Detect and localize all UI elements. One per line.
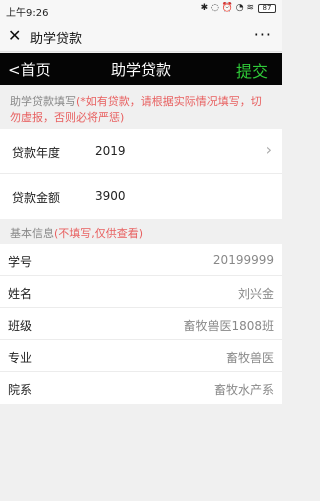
- loan-section-title: 助学贷款填写: [10, 95, 76, 108]
- submit-button[interactable]: 提交: [236, 58, 268, 82]
- info-value: 畜牧水产系: [213, 383, 274, 397]
- info-label: 院系: [8, 383, 33, 397]
- info-label: 专业: [8, 351, 33, 365]
- basic-section-title: 基本信息: [10, 227, 54, 240]
- chevron-right-icon: ›: [265, 140, 272, 159]
- basic-section-note: (不填写,仅供查看): [54, 227, 144, 240]
- loan-amount-input[interactable]: 3900: [95, 189, 126, 203]
- info-row-department: 院系 畜牧水产系: [0, 372, 282, 404]
- basic-info-list: 学号 20199999 姓名 刘兴金 班级 畜牧兽医1808班 专业 畜牧兽医 …: [0, 244, 282, 404]
- loan-section-header: 助学贷款填写(*如有贷款，请根据实际情况填写，切勿虚报，否则必将严惩): [0, 94, 282, 126]
- loan-year-row[interactable]: 贷款年度 2019 ›: [0, 129, 282, 174]
- info-value: 畜牧兽医1808班: [183, 319, 274, 333]
- wechat-header: ✕ 助学贷款 ···: [0, 20, 282, 52]
- loan-amount-label: 贷款金额: [12, 191, 61, 205]
- battery-icon: 87: [258, 3, 276, 13]
- more-icon[interactable]: ···: [254, 25, 272, 44]
- info-label: 班级: [8, 319, 33, 333]
- info-row-major: 专业 畜牧兽医: [0, 340, 282, 372]
- info-value: 畜牧兽医: [225, 351, 274, 365]
- info-label: 学号: [8, 255, 33, 269]
- close-icon[interactable]: ✕: [8, 26, 21, 45]
- info-value: 刘兴金: [237, 287, 274, 301]
- status-time: 上午9:26: [6, 8, 49, 19]
- status-indicator-icons: ✱ ◌ ⏰ ◔ ≋: [200, 3, 254, 13]
- info-row-name: 姓名 刘兴金: [0, 276, 282, 308]
- status-bar: 上午9:26 ✱ ◌ ⏰ ◔ ≋ 87: [0, 0, 282, 20]
- page-navbar: <首页 助学贷款 提交: [0, 53, 282, 85]
- loan-year-value[interactable]: 2019: [95, 144, 126, 158]
- loan-year-label: 贷款年度: [12, 146, 61, 160]
- basic-section-header: 基本信息(不填写,仅供查看): [0, 226, 282, 242]
- loan-form: 贷款年度 2019 › 贷款金额 3900: [0, 129, 282, 219]
- info-row-student-id: 学号 20199999: [0, 244, 282, 276]
- info-label: 姓名: [8, 287, 33, 301]
- info-row-class: 班级 畜牧兽医1808班: [0, 308, 282, 340]
- info-value: 20199999: [212, 253, 274, 267]
- loan-amount-row[interactable]: 贷款金额 3900: [0, 174, 282, 219]
- wechat-title: 助学贷款: [30, 32, 83, 47]
- status-icons: ✱ ◌ ⏰ ◔ ≋ 87: [201, 3, 276, 13]
